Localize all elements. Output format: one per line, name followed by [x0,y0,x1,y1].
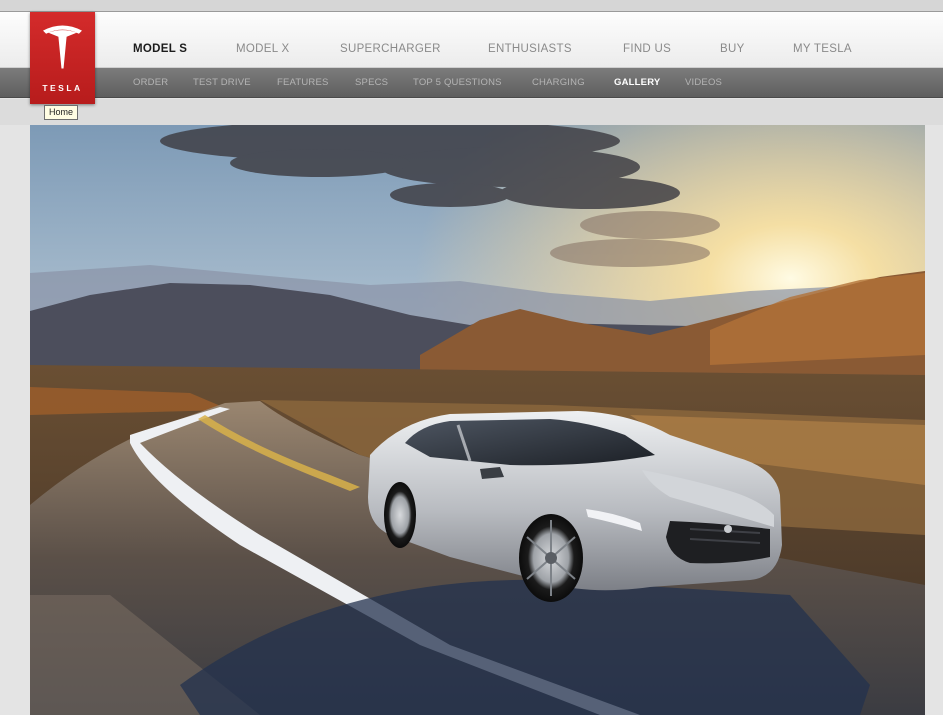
main-nav-enthusiasts[interactable]: ENTHUSIASTS [488,43,572,55]
sub-nav-charging[interactable]: CHARGING [532,77,585,88]
main-nav-model-x[interactable]: MODEL X [236,43,289,55]
sub-nav-order[interactable]: ORDER [133,77,168,88]
main-nav-supercharger[interactable]: SUPERCHARGER [340,43,441,55]
home-tooltip: Home [44,105,79,120]
tesla-logo-home-link[interactable]: TESLA [30,12,95,104]
main-nav-my-tesla[interactable]: MY TESLA [793,43,852,55]
sub-nav-test-drive[interactable]: TEST DRIVE [193,77,251,88]
main-nav-model-s[interactable]: MODEL S [133,43,187,55]
gallery-hero-image[interactable] [30,125,925,715]
gallery-photo [30,125,925,715]
sub-nav-top-5-questions[interactable]: TOP 5 QUESTIONS [413,77,502,88]
sub-nav-gallery[interactable]: GALLERY [614,77,660,88]
main-nav-find-us[interactable]: FIND US [623,43,671,55]
sub-nav-videos[interactable]: VIDEOS [685,77,722,88]
sub-nav-features[interactable]: FEATURES [277,77,329,88]
main-nav-buy[interactable]: BUY [720,43,745,55]
sub-nav-specs[interactable]: SPECS [355,77,388,88]
sub-nav: ORDER TEST DRIVE FEATURES SPECS TOP 5 QU… [0,68,943,98]
content-header-band [0,99,943,125]
browser-frame-top [0,0,943,12]
tesla-t-logo-icon [43,25,82,69]
logo-wordmark: TESLA [42,83,83,93]
main-nav: MODEL S MODEL X SUPERCHARGER ENTHUSIASTS… [0,12,943,68]
